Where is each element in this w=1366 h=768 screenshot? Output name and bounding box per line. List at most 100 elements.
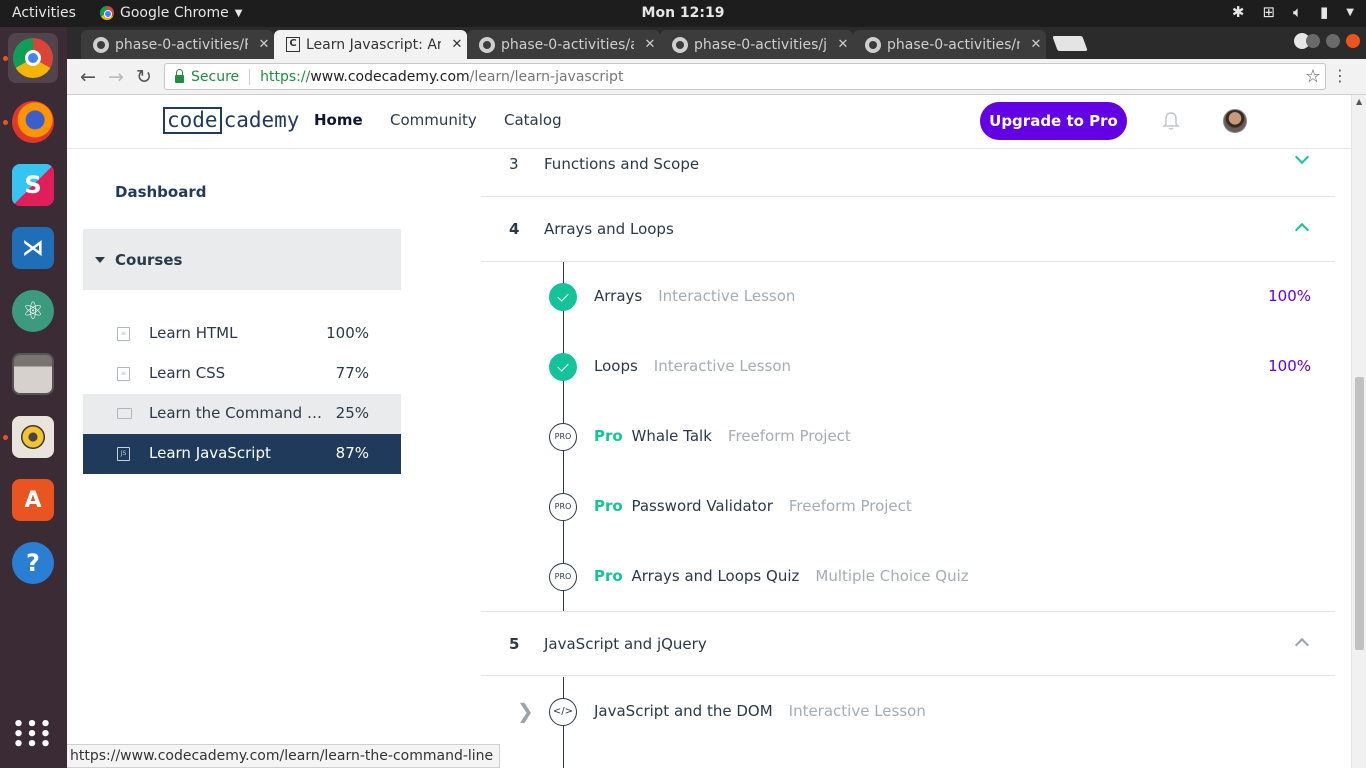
close-icon[interactable]: ✕ (833, 37, 853, 52)
document-icon: ≡ (117, 367, 130, 381)
module-number: 3 (509, 155, 519, 173)
tab-github-3[interactable]: phase-0-activities/js ✕ (660, 30, 853, 59)
module-arrays-and-loops[interactable]: 4 Arrays and Loops (481, 197, 1335, 262)
codecademy-logo[interactable]: code cademy (163, 107, 299, 134)
music-player-icon (12, 416, 54, 458)
course-learn-command-line[interactable]: Learn the Command Line 25% (83, 394, 401, 434)
module-title: JavaScript and jQuery (544, 635, 707, 653)
pro-badge: Pro (594, 567, 623, 585)
dock-chrome[interactable] (8, 33, 58, 83)
bookmark-star-icon[interactable]: ☆ (1305, 66, 1321, 87)
lesson-arrays-and-loops-quiz[interactable]: PRO Pro Arrays and Loops Quiz Multiple C… (481, 542, 1335, 612)
lesson-type: Multiple Choice Quiz (815, 567, 969, 585)
address-bar[interactable]: Secure https://www.codecademy.com/learn/… (164, 63, 1326, 90)
course-learn-css[interactable]: ≡ Learn CSS 77% (83, 354, 401, 394)
tab-github-4[interactable]: phase-0-activities/n ✕ (853, 30, 1046, 59)
battery-icon[interactable]: ▮ (1320, 3, 1328, 21)
new-tab-button[interactable] (1052, 36, 1088, 51)
course-learn-html[interactable]: ≡ Learn HTML 100% (83, 314, 401, 354)
chevron-down-icon[interactable]: ▼ (1346, 7, 1354, 18)
lesson-progress: 100% (1268, 287, 1311, 305)
app-menu[interactable]: Google Chrome ▼ (100, 5, 242, 21)
avatar[interactable] (1223, 109, 1247, 133)
dashboard-link[interactable]: Dashboard (115, 183, 206, 201)
lesson-title: Whale Talk (631, 427, 712, 445)
nav-home[interactable]: Home (314, 111, 363, 129)
firefox-icon (12, 101, 54, 143)
dock-rhythmbox[interactable] (8, 412, 58, 462)
show-apps-button[interactable]: ••• ••• ••• (8, 710, 58, 760)
course-name: Learn the Command Line (149, 404, 325, 422)
chevron-up-icon[interactable] (1294, 637, 1310, 653)
close-icon[interactable]: ✕ (254, 37, 274, 52)
pro-lock-icon: PRO (549, 493, 577, 521)
courses-section-header[interactable]: Courses (83, 229, 401, 290)
window-controls (1306, 34, 1360, 48)
maximize-button[interactable] (1326, 34, 1340, 48)
more-menu-icon[interactable]: ⋮ (1332, 66, 1348, 85)
lesson-title: Password Validator (631, 497, 773, 515)
tab-github-2[interactable]: phase-0-activities/a ✕ (467, 30, 660, 59)
reload-icon[interactable]: ↻ (132, 65, 156, 89)
lesson-javascript-and-the-dom[interactable]: ❯ </> JavaScript and the DOM Interactive… (481, 677, 1335, 747)
lesson-title: JavaScript and the DOM (594, 702, 773, 720)
module-javascript-and-jquery[interactable]: 5 JavaScript and jQuery (481, 611, 1335, 676)
codecademy-icon: C (286, 37, 300, 52)
github-icon (672, 36, 688, 53)
url-path: /learn/learn-javascript (469, 68, 624, 85)
lesson-whale-talk[interactable]: PRO Pro Whale Talk Freeform Project (481, 402, 1335, 472)
tab-github-1[interactable]: phase-0-activities/R ✕ (81, 30, 274, 59)
page-scrollbar[interactable]: ▲ (1351, 95, 1366, 768)
pro-badge: Pro (594, 497, 623, 515)
tab-learn-javascript[interactable]: C Learn Javascript: Ar ✕ (274, 30, 467, 59)
logo-text: cademy (223, 108, 300, 132)
settings-gear-icon[interactable]: ✱ (1232, 3, 1245, 21)
forward-arrow-icon[interactable]: → (104, 65, 128, 89)
dock-files[interactable] (8, 349, 58, 399)
upgrade-to-pro-button[interactable]: Upgrade to Pro (980, 102, 1127, 140)
course-name: Learn CSS (149, 364, 226, 382)
lesson-password-validator[interactable]: PRO Pro Password Validator Freeform Proj… (481, 472, 1335, 542)
close-icon[interactable]: ✕ (1026, 37, 1046, 52)
lesson-loops[interactable]: Loops Interactive Lesson 100% (481, 332, 1335, 402)
slack-icon: S (12, 164, 54, 206)
dock-slack[interactable]: S (8, 160, 58, 210)
lesson-type: Interactive Lesson (788, 702, 926, 720)
dock-help[interactable]: ? (8, 538, 58, 588)
lesson-title: Loops (594, 357, 638, 375)
close-icon[interactable]: ✕ (640, 37, 660, 52)
scrollbar-thumb[interactable] (1355, 377, 1364, 650)
dock-atom[interactable]: ⚛ (8, 286, 58, 336)
activities-button[interactable]: Activities (12, 5, 76, 21)
checkmark-icon (549, 353, 577, 381)
system-tray[interactable]: ✱ ⊞ 🔈︎ ▮ ▼ (1232, 3, 1354, 21)
volume-icon[interactable]: 🔈︎ (1293, 3, 1302, 21)
lesson-arrays[interactable]: Arrays Interactive Lesson 100% (481, 262, 1335, 332)
minimize-button[interactable] (1306, 34, 1320, 48)
chevron-up-icon[interactable] (1294, 222, 1310, 238)
chevron-right-icon[interactable]: ❯ (517, 699, 534, 723)
dock-vscode[interactable]: ⋊ (8, 223, 58, 273)
lesson-type: Freeform Project (727, 427, 851, 445)
module-number: 4 (509, 220, 520, 238)
logo-box: code (163, 107, 222, 134)
bell-icon[interactable] (1161, 111, 1181, 131)
app-menu-label: Google Chrome (120, 5, 229, 21)
back-arrow-icon[interactable]: ← (76, 65, 100, 89)
pro-lock-icon: PRO (549, 563, 577, 591)
files-icon (12, 353, 54, 395)
network-icon[interactable]: ⊞ (1262, 3, 1275, 21)
close-icon[interactable]: ✕ (447, 37, 467, 52)
site-header: code cademy Home Community Catalog Upgrad… (67, 95, 1351, 149)
dock-software[interactable]: A (8, 475, 58, 525)
course-learn-javascript[interactable]: JS Learn JavaScript 87% (83, 434, 401, 474)
running-indicator (3, 120, 8, 125)
scroll-up-icon[interactable]: ▲ (1356, 97, 1362, 106)
nav-community[interactable]: Community (390, 111, 477, 129)
dock-firefox[interactable] (8, 97, 58, 147)
chrome-icon (100, 6, 114, 20)
nav-catalog[interactable]: Catalog (504, 111, 562, 129)
course-name: Learn JavaScript (149, 444, 271, 462)
close-window-button[interactable] (1346, 34, 1360, 48)
chevron-down-icon[interactable] (1294, 149, 1310, 165)
